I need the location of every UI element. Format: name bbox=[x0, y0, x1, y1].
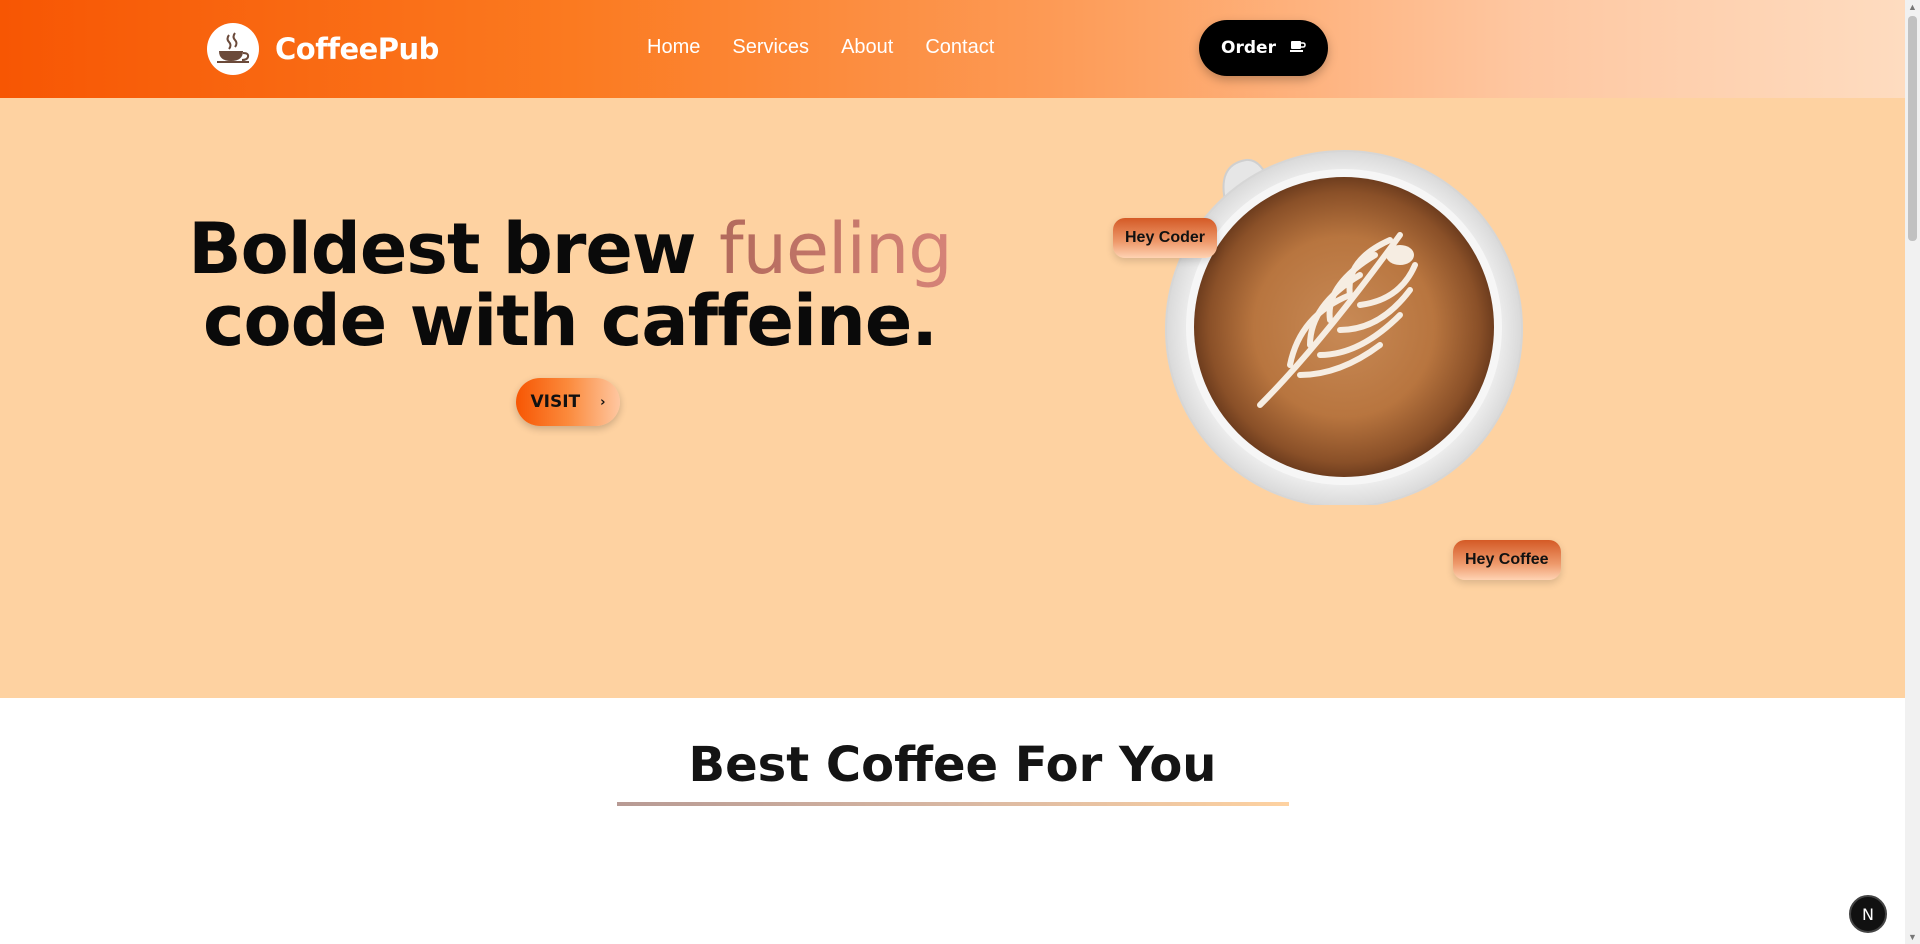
headline-part2: code with caffeine. bbox=[203, 280, 938, 362]
brand[interactable]: CoffeePub bbox=[207, 23, 439, 75]
hero-section bbox=[0, 98, 1905, 698]
headline-accent: fueling bbox=[718, 208, 953, 290]
dev-tools-badge[interactable]: N bbox=[1849, 895, 1887, 933]
hero-headline: Boldest brew fueling code with caffeine. bbox=[180, 213, 960, 357]
title-underline bbox=[617, 802, 1289, 806]
order-button-label: Order bbox=[1221, 38, 1276, 58]
main-nav: Home Services About Contact bbox=[647, 36, 1026, 59]
latte-cup-image bbox=[1160, 105, 1535, 508]
section-title: Best Coffee For You bbox=[688, 737, 1217, 793]
brand-name: CoffeePub bbox=[275, 32, 439, 66]
site-header: CoffeePub Home Services About Contact Or… bbox=[0, 0, 1905, 98]
nav-link-contact[interactable]: Contact bbox=[925, 36, 994, 59]
scroll-up-arrow-icon[interactable]: ▲ bbox=[1905, 0, 1920, 14]
tag-hey-coffee: Hey Coffee bbox=[1453, 540, 1561, 580]
vertical-scrollbar[interactable]: ▲ ▼ bbox=[1905, 0, 1920, 944]
order-button[interactable]: Order bbox=[1199, 20, 1328, 76]
coffee-cup-steam-icon bbox=[207, 23, 259, 75]
visit-button[interactable]: VISIT › bbox=[516, 378, 620, 426]
scrollbar-thumb[interactable] bbox=[1908, 16, 1917, 241]
chevron-right-icon: › bbox=[600, 394, 606, 410]
headline-part1: Boldest brew bbox=[188, 208, 719, 290]
nav-link-about[interactable]: About bbox=[841, 36, 893, 59]
tag-hey-coder: Hey Coder bbox=[1113, 218, 1218, 258]
nav-link-home[interactable]: Home bbox=[647, 36, 700, 59]
scroll-down-arrow-icon[interactable]: ▼ bbox=[1905, 930, 1920, 944]
coffee-cup-icon bbox=[1289, 38, 1306, 58]
nav-link-services[interactable]: Services bbox=[732, 36, 809, 59]
visit-button-label: VISIT bbox=[530, 392, 581, 412]
